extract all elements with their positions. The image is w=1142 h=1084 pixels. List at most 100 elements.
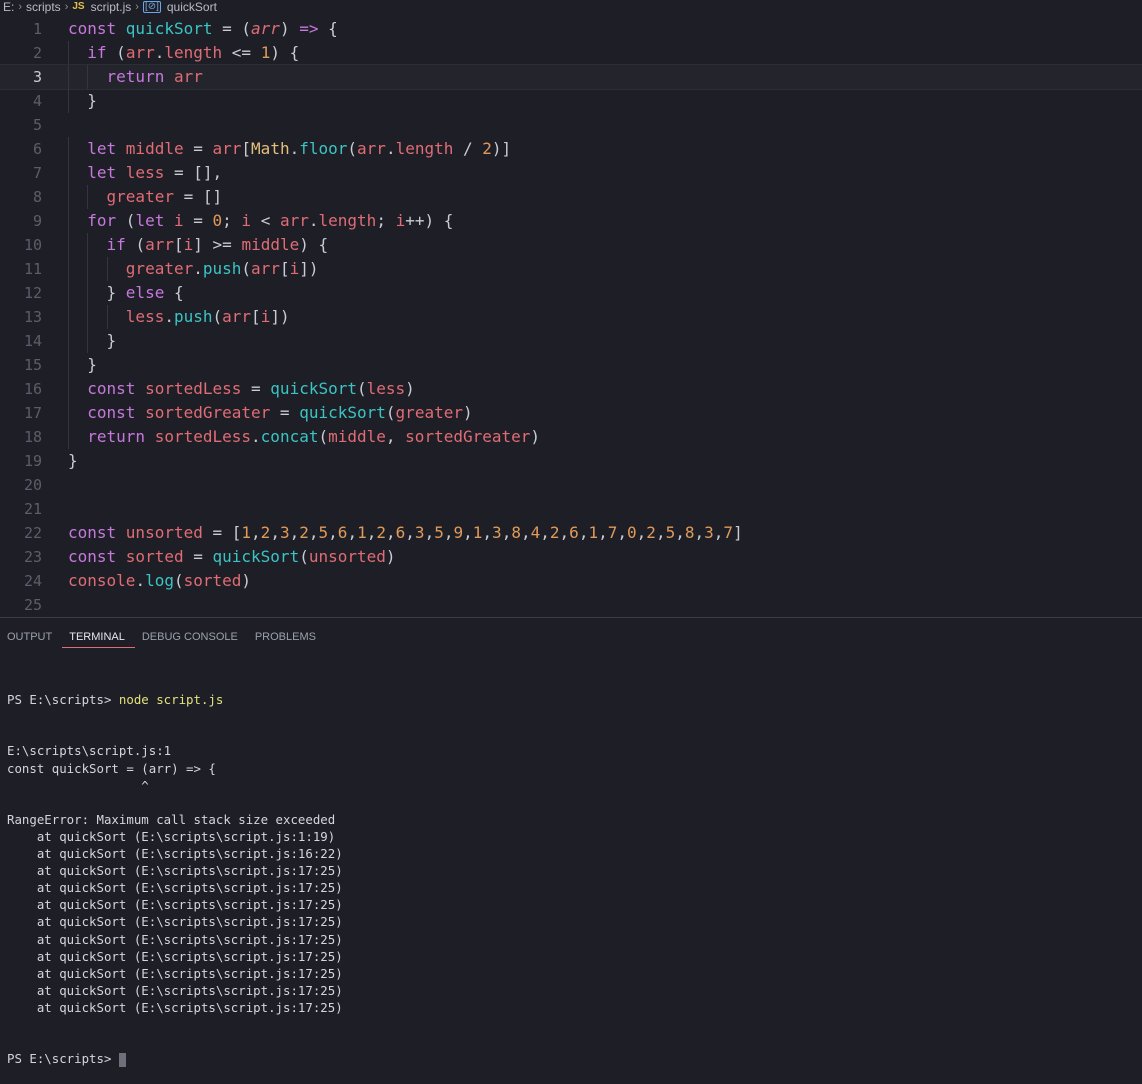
breadcrumb-file[interactable]: script.js <box>91 0 132 14</box>
line-number: 4 <box>32 92 42 110</box>
code-token: let <box>68 163 126 182</box>
code-token: . <box>308 211 319 230</box>
code-token: ) <box>530 427 541 446</box>
code-line[interactable]: 7 let less = [], <box>0 161 1142 185</box>
code-token: i <box>183 235 194 254</box>
code-line[interactable]: 20 <box>0 473 1142 497</box>
code-text: less.push(arr[i]) <box>68 305 290 329</box>
code-line[interactable]: 9 for (let i = 0; i < arr.length; i++) { <box>0 209 1142 233</box>
terminal-command-line: PS E:\scripts> node script.js <box>7 691 343 708</box>
terminal-line: at quickSort (E:\scripts\script.js:17:25… <box>7 965 343 981</box>
code-token: for <box>68 211 126 230</box>
terminal-line: at quickSort (E:\scripts\script.js:1:19) <box>7 828 336 844</box>
code-token: const <box>68 403 146 422</box>
code-line[interactable]: 24 console.log(sorted) <box>0 569 1142 593</box>
code-line[interactable]: 2 if (arr.length <= 1) { <box>0 41 1142 65</box>
code-line[interactable]: 23 const sorted = quickSort(unsorted) <box>0 545 1142 569</box>
code-line[interactable]: 16 const sortedLess = quickSort(less) <box>0 377 1142 401</box>
code-token: 2 <box>376 523 386 542</box>
code-token: . <box>385 139 396 158</box>
code-line[interactable]: 3 return arr <box>0 64 1142 90</box>
code-line[interactable]: 10 if (arr[i] >= middle) { <box>0 233 1142 257</box>
indent-guide <box>68 425 69 449</box>
code-line[interactable]: 12 } else { <box>0 281 1142 305</box>
code-token: , <box>328 523 338 542</box>
code-token: < <box>251 211 280 230</box>
code-line[interactable]: 25 <box>0 593 1142 617</box>
code-line[interactable]: 13 less.push(arr[i]) <box>0 305 1142 329</box>
code-token: 2 <box>260 523 271 542</box>
code-token: } <box>68 331 117 350</box>
code-text: } <box>68 329 116 353</box>
code-token: , <box>289 523 300 542</box>
terminal-prompt: PS E:\scripts> <box>7 1051 119 1067</box>
tab-terminal[interactable]: TERMINAL <box>62 628 135 648</box>
code-token: sorted <box>125 547 184 566</box>
code-token: push <box>173 307 213 326</box>
code-line[interactable]: 11 greater.push(arr[i]) <box>0 257 1142 281</box>
terminal-output[interactable]: PS E:\scripts> node script.js E:\scripts… <box>7 657 343 1084</box>
code-token: , <box>520 523 531 542</box>
code-line[interactable]: 4 } <box>0 89 1142 113</box>
code-token: 7 <box>723 523 734 542</box>
tab-problems[interactable]: PROBLEMS <box>248 628 326 648</box>
code-token: arr <box>251 19 280 38</box>
terminal-final-prompt-line[interactable]: PS E:\scripts> <box>7 1050 343 1067</box>
code-token: if <box>68 43 117 62</box>
code-line[interactable]: 15 } <box>0 353 1142 377</box>
code-token: quickSort <box>299 403 386 422</box>
line-number: 9 <box>32 212 42 230</box>
line-number: 23 <box>23 548 42 566</box>
panel-divider[interactable] <box>0 617 1142 618</box>
code-token: [ <box>173 235 184 254</box>
code-token: = <box>183 211 213 230</box>
line-number: 11 <box>23 260 42 278</box>
line-number: 25 <box>23 596 42 614</box>
code-token: , <box>636 523 647 542</box>
code-token: 6 <box>569 523 579 542</box>
code-token: , <box>501 523 512 542</box>
terminal-line: at quickSort (E:\scripts\script.js:17:25… <box>7 931 343 947</box>
code-token: = <box>183 547 213 566</box>
code-line[interactable]: 8 greater = [] <box>0 185 1142 209</box>
breadcrumb-drive[interactable]: E: <box>3 0 14 14</box>
breadcrumb-symbol[interactable]: quickSort <box>167 0 217 14</box>
code-token: = [] <box>173 187 223 206</box>
code-line[interactable]: 22 const unsorted = [1,2,3,2,5,6,1,2,6,3,… <box>0 521 1142 545</box>
code-line[interactable]: 17 const sortedGreater = quickSort(great… <box>0 401 1142 425</box>
code-line[interactable]: 21 <box>0 497 1142 521</box>
code-token: middle <box>241 235 300 254</box>
code-token: ; <box>222 211 242 230</box>
line-number: 24 <box>23 572 42 590</box>
code-token: , <box>270 523 280 542</box>
code-token: const <box>68 547 126 566</box>
code-line[interactable]: 6 let middle = arr[Math.floor(arr.length… <box>0 137 1142 161</box>
terminal-line: at quickSort (E:\scripts\script.js:17:25… <box>7 948 343 964</box>
tab-debug-console[interactable]: DEBUG CONSOLE <box>135 628 248 648</box>
code-token: ( <box>116 43 126 62</box>
code-token: i <box>173 211 184 230</box>
code-line[interactable]: 1 const quickSort = (arr) => { <box>0 17 1142 41</box>
code-line[interactable]: 5 <box>0 113 1142 137</box>
code-token: greater <box>395 403 463 422</box>
code-line[interactable]: 19} <box>0 449 1142 473</box>
indent-guide <box>87 281 89 305</box>
tab-output[interactable]: OUTPUT <box>0 628 62 648</box>
indent-guide <box>68 305 69 329</box>
line-number: 6 <box>32 140 42 158</box>
code-token: let <box>135 211 174 230</box>
indent-guide <box>68 185 69 209</box>
code-token: = [], <box>164 163 223 182</box>
code-editor[interactable]: 1 const quickSort = (arr) => {2 if (arr.l… <box>0 17 1142 617</box>
breadcrumb-folder[interactable]: scripts <box>26 0 61 14</box>
code-token: const <box>68 19 126 38</box>
code-token: 8 <box>511 523 521 542</box>
panel-tabs: OUTPUT TERMINAL DEBUG CONSOLE PROBLEMS <box>0 628 326 648</box>
indent-guide <box>106 305 108 329</box>
code-line[interactable]: 18 return sortedLess.concat(middle, sort… <box>0 425 1142 449</box>
code-token: 6 <box>337 523 348 542</box>
code-line[interactable]: 14 } <box>0 329 1142 353</box>
code-text: greater.push(arr[i]) <box>68 257 319 281</box>
code-token: 2 <box>549 523 560 542</box>
code-token: less <box>125 163 165 182</box>
